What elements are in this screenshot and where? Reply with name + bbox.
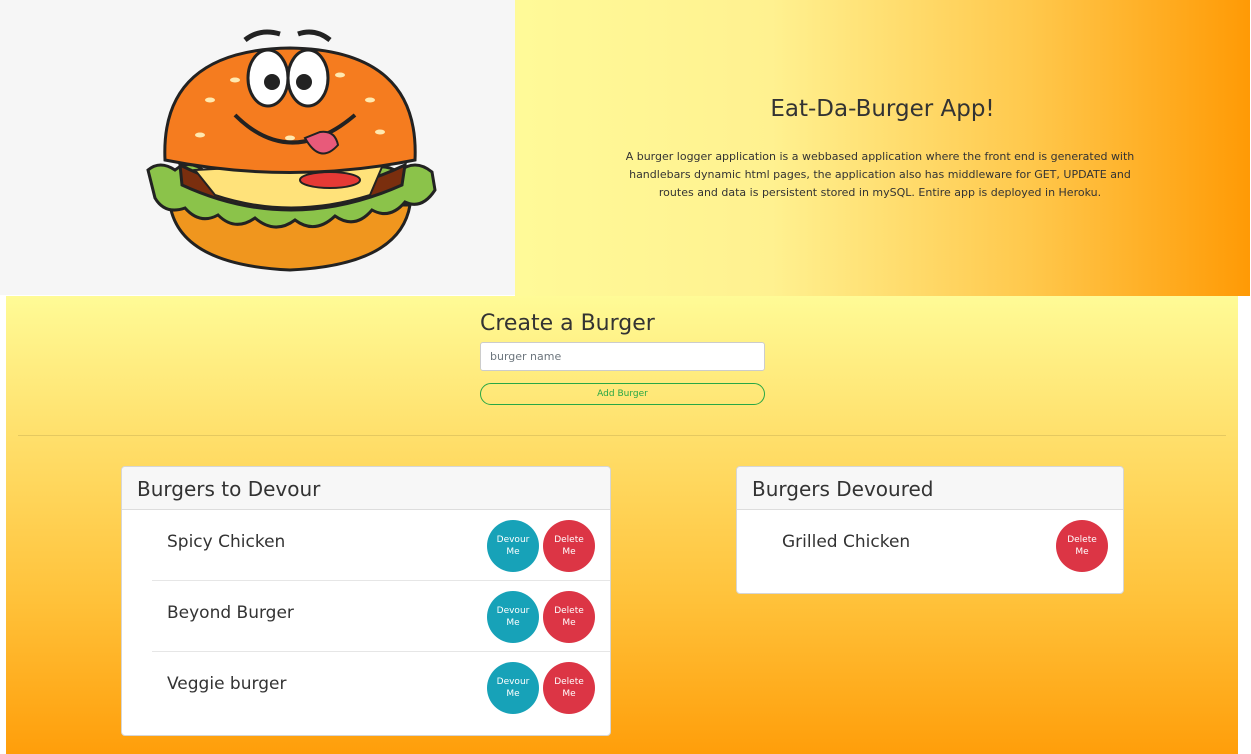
devour-button[interactable]: Devour Me: [487, 520, 539, 572]
add-burger-button[interactable]: Add Burger: [480, 383, 765, 405]
devoured-card: Burgers Devoured Grilled Chicken Delete M…: [736, 466, 1124, 594]
devour-button[interactable]: Devour Me: [487, 662, 539, 714]
to-devour-card: Burgers to Devour Spicy Chicken Devour Me…: [121, 466, 611, 736]
burger-name: Veggie burger: [167, 674, 287, 694]
burger-mascot-icon: [146, 29, 437, 272]
devour-button[interactable]: Devour Me: [487, 591, 539, 643]
delete-button[interactable]: Delete Me: [1056, 520, 1108, 572]
header-jumbotron: Eat-Da-Burger App! A burger logger appli…: [515, 0, 1250, 296]
list-item: Spicy Chicken Devour Me Delete Me: [152, 510, 610, 581]
burger-mascot-image: [0, 0, 515, 295]
burger-name: Spicy Chicken: [167, 532, 286, 552]
create-burger-form: Create a Burger Add Burger: [480, 306, 765, 405]
app-description: A burger logger application is a webbase…: [625, 150, 1135, 199]
main-content: Create a Burger Add Burger Burgers to De…: [6, 296, 1238, 754]
list-item: Veggie burger Devour Me Delete Me: [152, 652, 610, 723]
delete-button[interactable]: Delete Me: [543, 520, 595, 572]
list-item: Grilled Chicken Delete Me: [767, 510, 1123, 581]
burger-name: Grilled Chicken: [782, 532, 911, 552]
devoured-heading: Burgers Devoured: [737, 467, 1123, 510]
delete-button[interactable]: Delete Me: [543, 662, 595, 714]
page-title: Eat-Da-Burger App!: [770, 96, 995, 122]
burger-name-input[interactable]: [480, 342, 765, 371]
to-devour-heading: Burgers to Devour: [122, 467, 610, 510]
delete-button[interactable]: Delete Me: [543, 591, 595, 643]
divider: [18, 435, 1226, 436]
create-heading: Create a Burger: [480, 311, 655, 336]
list-item: Beyond Burger Devour Me Delete Me: [152, 581, 610, 652]
burger-name: Beyond Burger: [167, 603, 294, 623]
